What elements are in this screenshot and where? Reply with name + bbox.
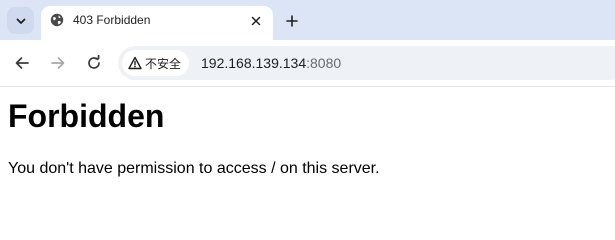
tab-active[interactable]: 403 Forbidden bbox=[41, 6, 273, 40]
address-bar[interactable]: 不安全 192.168.139.134:8080 bbox=[118, 46, 615, 80]
globe-icon bbox=[50, 13, 64, 27]
tab-strip: 403 Forbidden bbox=[0, 0, 615, 40]
reload-button[interactable] bbox=[82, 51, 106, 75]
page-content: Forbidden You don't have permission to a… bbox=[0, 87, 615, 205]
reload-icon bbox=[88, 55, 100, 69]
browser-window: 403 Forbidden 不安全 192.168.139.134:8080 F… bbox=[0, 0, 615, 205]
security-label: 不安全 bbox=[145, 56, 182, 71]
tab-search-button[interactable] bbox=[7, 7, 34, 34]
url-host: 192.168.139.134 bbox=[201, 55, 307, 71]
arrow-left-icon bbox=[15, 57, 29, 69]
warning-icon bbox=[128, 56, 142, 70]
error-message: You don't have permission to access / on… bbox=[8, 160, 380, 177]
page-title: Forbidden bbox=[8, 98, 165, 134]
toolbar: 不安全 192.168.139.134:8080 bbox=[0, 40, 615, 87]
back-button[interactable] bbox=[10, 51, 34, 75]
chevron-down-icon bbox=[16, 18, 25, 24]
security-chip[interactable]: 不安全 bbox=[122, 50, 190, 76]
new-tab-button[interactable] bbox=[281, 10, 303, 32]
tab-title: 403 Forbidden bbox=[73, 13, 151, 27]
url-port: :8080 bbox=[306, 55, 342, 71]
arrow-right-icon bbox=[51, 57, 65, 69]
url-text[interactable]: 192.168.139.134:8080 bbox=[201, 55, 341, 71]
close-icon[interactable] bbox=[246, 11, 266, 31]
plus-icon bbox=[286, 15, 298, 27]
forward-button[interactable] bbox=[46, 51, 70, 75]
